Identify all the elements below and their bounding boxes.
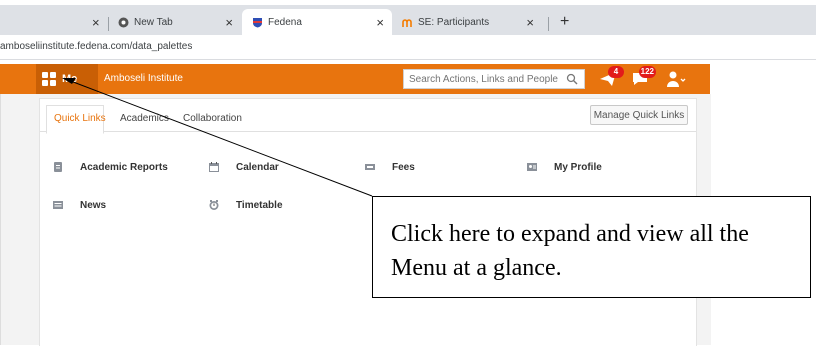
new-tab-button[interactable]: + <box>560 13 569 31</box>
quick-link-label: Academic Reports <box>80 161 168 173</box>
quick-link-label: My Profile <box>554 161 602 173</box>
browser-tab-new-tab[interactable]: New Tab × <box>108 9 241 35</box>
profile-card-icon <box>527 163 537 171</box>
messages-badge: 4 <box>608 66 624 78</box>
quick-link-news[interactable]: News <box>52 199 106 211</box>
quick-link-my-profile[interactable]: My Profile <box>526 161 602 173</box>
chrome-icon <box>118 17 129 28</box>
browser-tab-fedena[interactable]: Fedena × <box>242 9 392 35</box>
fees-icon <box>365 164 375 170</box>
news-icon <box>53 201 63 209</box>
moodle-icon <box>402 17 413 28</box>
panel-tabs: Quick Links Academics Collaboration Mana… <box>40 99 696 134</box>
annotation-callout: Click here to expand and view all the Me… <box>372 196 811 298</box>
user-icon <box>667 71 686 87</box>
search-icon[interactable] <box>566 73 578 85</box>
messages-button[interactable]: 4 <box>598 66 624 89</box>
address-bar[interactable]: amboseliinstitute.fedena.com/data_palett… <box>0 35 816 60</box>
callout-text: Click here to expand and view all the Me… <box>391 221 749 281</box>
quick-link-label: Timetable <box>236 199 283 211</box>
tab-label: SE: Participants <box>418 16 490 28</box>
notifications-button[interactable]: 122 <box>630 66 656 89</box>
quick-link-label: News <box>80 199 107 211</box>
quick-link-academic-reports[interactable]: Academic Reports <box>52 161 168 173</box>
user-menu-button[interactable] <box>666 70 686 88</box>
url-text[interactable]: amboseliinstitute.fedena.com/data_palett… <box>0 41 192 52</box>
tab-close-icon[interactable]: × <box>376 15 384 30</box>
tab-label: Fedena <box>268 16 302 28</box>
notifications-badge: 122 <box>638 66 656 78</box>
quick-link-timetable[interactable]: Timetable <box>208 199 283 211</box>
app-header: Me Amboseli Institute 4 122 <box>0 64 710 94</box>
menu-label: Me <box>62 73 78 85</box>
timetable-icon <box>209 200 219 210</box>
tab-collaboration[interactable]: Collaboration <box>183 113 242 124</box>
search-box[interactable] <box>403 69 585 89</box>
quick-link-calendar[interactable]: Calendar <box>208 161 279 173</box>
browser-tab-strip: × New Tab × Fedena × SE: Participants × … <box>0 5 816 35</box>
browser-tab-participants[interactable]: SE: Participants × <box>392 9 542 35</box>
tab-divider <box>548 17 549 31</box>
tab-quick-links[interactable]: Quick Links <box>54 113 106 124</box>
tab-academics[interactable]: Academics <box>120 113 169 124</box>
grid-menu-icon <box>42 72 56 86</box>
tab-label: New Tab <box>134 16 173 28</box>
calendar-icon <box>209 162 219 172</box>
quick-link-label: Calendar <box>236 161 279 173</box>
search-input[interactable] <box>404 70 559 88</box>
quick-link-fees[interactable]: Fees <box>364 161 415 173</box>
institute-name[interactable]: Amboseli Institute <box>104 73 183 84</box>
quick-link-label: Fees <box>392 161 415 173</box>
report-icon <box>54 162 62 172</box>
tab-close-icon[interactable]: × <box>225 15 233 30</box>
tab-close-icon[interactable]: × <box>526 15 534 30</box>
fedena-shield-icon <box>252 17 263 28</box>
tab-close-icon[interactable]: × <box>92 15 100 30</box>
menu-button[interactable]: Me <box>36 64 98 94</box>
manage-quick-links-button[interactable]: Manage Quick Links <box>590 105 688 125</box>
